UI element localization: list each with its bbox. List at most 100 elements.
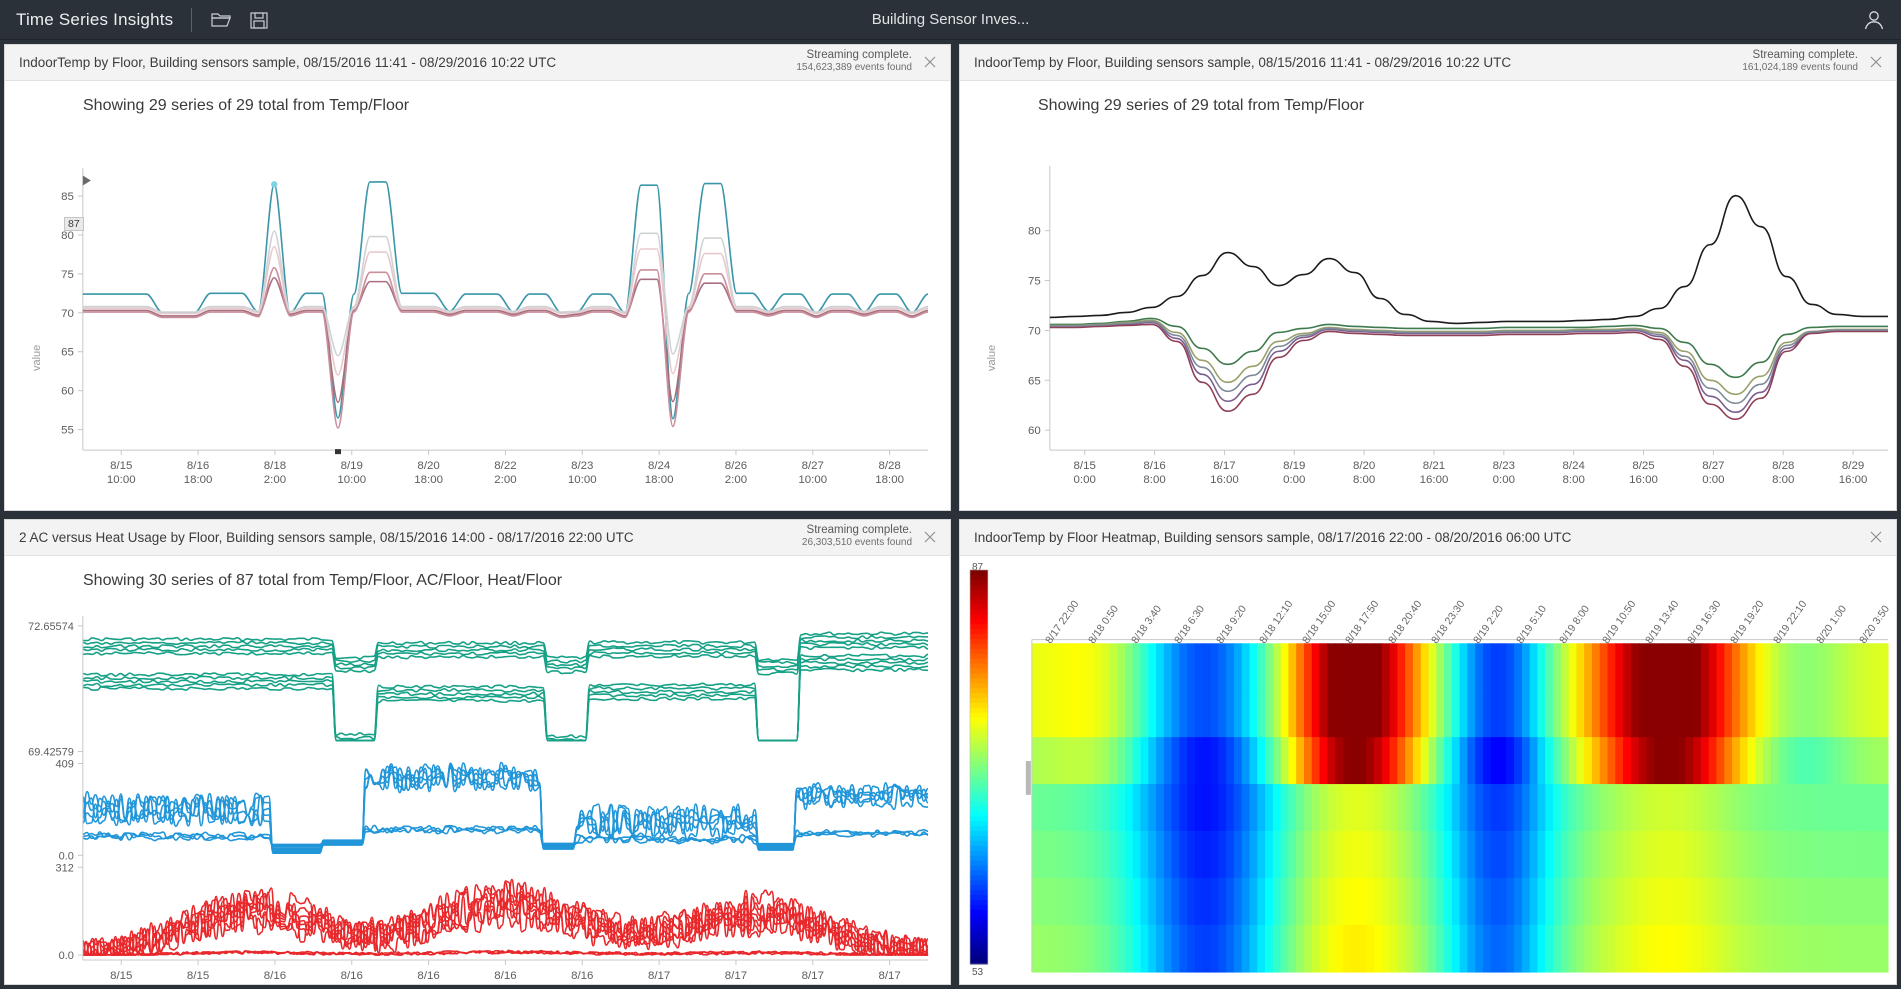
document-title: Building Sensor Inves...: [0, 0, 1901, 39]
svg-text:8/16: 8/16: [494, 970, 516, 982]
heatmap-time-label: 8/19 13:40: [1643, 598, 1681, 646]
svg-text:2:00: 2:00: [494, 474, 516, 486]
status-text: Streaming complete.: [1742, 48, 1858, 62]
svg-text:8/18: 8/18: [264, 460, 286, 472]
panel-indoortemp-floor-1: IndoorTemp by Floor, Building sensors sa…: [4, 44, 951, 511]
svg-text:16:40: 16:40: [491, 984, 520, 985]
svg-text:19:20: 19:20: [875, 984, 904, 985]
app-title-bar: Time Series Insights Building Sensor Inv…: [0, 0, 1901, 40]
svg-text:18:00: 18:00: [645, 474, 674, 486]
svg-text:19:20: 19:20: [184, 984, 213, 985]
multi-axis-chart[interactable]: 72.6557469.425794090.03120.08/1514:008/1…: [5, 556, 950, 984]
svg-text:16:00: 16:00: [1629, 474, 1658, 486]
panel-body: Showing 30 series of 87 total from Temp/…: [5, 556, 950, 984]
line-chart-2[interactable]: 80757065608/150:008/168:008/1716:008/190…: [960, 81, 1896, 510]
events-found-count: 154,623,389 events found: [796, 62, 912, 75]
svg-text:75: 75: [61, 269, 74, 281]
heatmap-time-label: 8/19 5:10: [1514, 603, 1549, 646]
svg-text:8/27: 8/27: [802, 460, 824, 472]
heatmap-time-label: 8/20 1:00: [1814, 603, 1849, 646]
svg-text:16:00: 16:00: [1420, 474, 1449, 486]
open-folder-icon[interactable]: [210, 9, 232, 31]
svg-text:6:00: 6:00: [341, 984, 363, 985]
user-account-icon[interactable]: [1861, 7, 1887, 33]
svg-text:65: 65: [61, 347, 74, 359]
svg-text:65: 65: [1028, 375, 1041, 387]
svg-text:0:00: 0:00: [1702, 474, 1724, 486]
heatmap-time-label: 8/18 3:40: [1129, 603, 1164, 646]
svg-text:10:00: 10:00: [798, 474, 827, 486]
app-toolbar: [192, 9, 270, 31]
svg-text:80: 80: [1028, 226, 1041, 238]
svg-text:8/16: 8/16: [264, 970, 286, 982]
close-icon[interactable]: [922, 529, 940, 547]
panel-title: IndoorTemp by Floor, Building sensors sa…: [960, 55, 1511, 70]
svg-text:18:00: 18:00: [875, 474, 904, 486]
status-text: Streaming complete.: [802, 523, 912, 537]
svg-text:8/20: 8/20: [417, 460, 439, 472]
heatmap-time-label: 8/18 0:50: [1086, 603, 1121, 646]
panel-indoortemp-heatmap: IndoorTemp by Floor Heatmap, Building se…: [959, 519, 1897, 985]
svg-text:8:00: 8:00: [1772, 474, 1794, 486]
svg-text:8:00: 8:00: [1143, 474, 1165, 486]
svg-text:8/17: 8/17: [725, 970, 747, 982]
heatmap-time-label: 8/19 19:20: [1728, 598, 1766, 646]
svg-text:312: 312: [56, 862, 74, 874]
svg-text:75: 75: [1028, 276, 1041, 288]
events-found-count: 26,303,510 events found: [802, 537, 912, 550]
panel-body: Showing 29 series of 29 total from Temp/…: [960, 81, 1896, 510]
svg-text:8/15: 8/15: [110, 460, 132, 472]
svg-text:8/19: 8/19: [1283, 460, 1305, 472]
svg-text:2:00: 2:00: [725, 474, 747, 486]
heatmap-time-axis: 8/17 22:008/18 0:508/18 3:408/18 6:308/1…: [960, 556, 1896, 984]
svg-text:8/28: 8/28: [1772, 460, 1794, 472]
panel-body: 87 53 8/17 22:008/18 0:508/18 3:408/18 6…: [960, 556, 1896, 984]
svg-text:10:00: 10:00: [337, 474, 366, 486]
panel-status: Streaming complete. 26,303,510 events fo…: [802, 523, 912, 550]
svg-text:8/21: 8/21: [1423, 460, 1445, 472]
panel-header: IndoorTemp by Floor, Building sensors sa…: [960, 45, 1896, 81]
svg-text:8/24: 8/24: [1563, 460, 1586, 472]
panel-title: IndoorTemp by Floor, Building sensors sa…: [5, 55, 556, 70]
svg-text:409: 409: [56, 759, 74, 771]
panel-header: 2 AC versus Heat Usage by Floor, Buildin…: [5, 520, 950, 556]
svg-text:8:00: 8:00: [1353, 474, 1375, 486]
svg-text:60: 60: [61, 386, 74, 398]
svg-text:8/24: 8/24: [648, 460, 671, 472]
svg-text:11:20: 11:20: [415, 984, 443, 985]
save-icon[interactable]: [248, 9, 270, 31]
svg-text:60: 60: [1028, 425, 1041, 437]
close-icon[interactable]: [1868, 529, 1886, 547]
close-icon[interactable]: [922, 54, 940, 72]
events-found-count: 161,024,189 events found: [1742, 62, 1858, 75]
svg-text:8/25: 8/25: [1632, 460, 1654, 472]
panel-body: Showing 29 series of 29 total from Temp/…: [5, 81, 950, 510]
y-axis-max-marker-1: 87: [64, 217, 84, 231]
heatmap-time-label: 8/18 20:40: [1386, 598, 1424, 646]
heatmap-time-label: 8/18 6:30: [1172, 603, 1207, 646]
svg-text:0:00: 0:00: [1283, 474, 1305, 486]
panel-indoortemp-floor-2: IndoorTemp by Floor, Building sensors sa…: [959, 44, 1897, 511]
svg-text:8/28: 8/28: [878, 460, 900, 472]
svg-text:18:00: 18:00: [414, 474, 443, 486]
svg-text:16:00: 16:00: [1839, 474, 1868, 486]
svg-text:8/16: 8/16: [187, 460, 209, 472]
svg-text:22:00: 22:00: [568, 984, 597, 985]
svg-text:8/16: 8/16: [1143, 460, 1165, 472]
app-name: Time Series Insights: [0, 10, 191, 30]
svg-text:8/22: 8/22: [494, 460, 516, 472]
dashboard-grid: IndoorTemp by Floor, Building sensors sa…: [0, 40, 1901, 989]
svg-text:69.42579: 69.42579: [28, 747, 74, 759]
svg-text:8:40: 8:40: [725, 984, 747, 985]
line-chart-1[interactable]: 858075706560558/1510:008/1618:008/182:00…: [5, 81, 950, 510]
svg-text:70: 70: [1028, 325, 1041, 337]
heatmap-time-label: 8/18 9:20: [1215, 603, 1250, 646]
svg-text:8/16: 8/16: [571, 970, 593, 982]
panel-ac-versus-heat: 2 AC versus Heat Usage by Floor, Buildin…: [4, 519, 951, 985]
svg-text:8/23: 8/23: [571, 460, 593, 472]
svg-text:8/15: 8/15: [110, 970, 132, 982]
status-text: Streaming complete.: [796, 48, 912, 62]
svg-text:18:00: 18:00: [184, 474, 213, 486]
close-icon[interactable]: [1868, 54, 1886, 72]
svg-text:8/15: 8/15: [1074, 460, 1096, 472]
